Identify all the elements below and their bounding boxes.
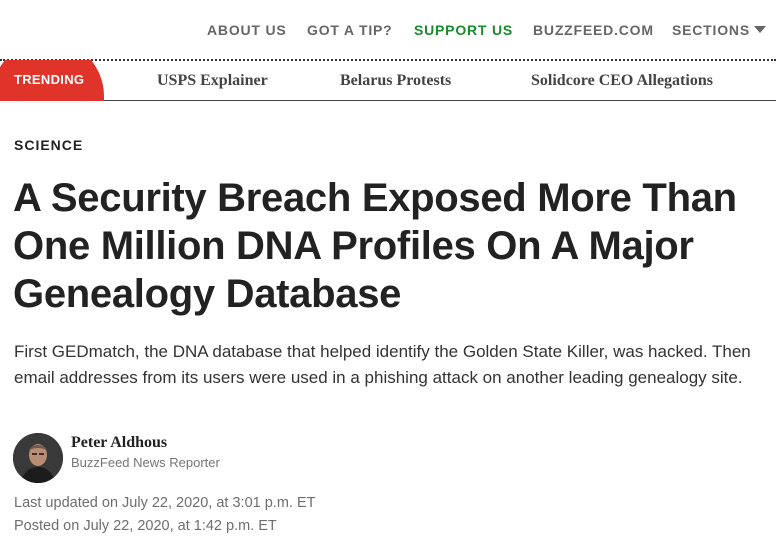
nav-buzzfeed-link[interactable]: BUZZFEED.COM [533,22,654,38]
posted-timestamp: Posted on July 22, 2020, at 1:42 p.m. ET [14,518,277,534]
top-navigation: ABOUT US GOT A TIP? SUPPORT US BUZZFEED.… [0,0,776,60]
trending-item-usps[interactable]: USPS Explainer [157,72,268,90]
author-title: BuzzFeed News Reporter [71,455,220,470]
nav-sections-menu[interactable]: SECTIONS [672,22,766,38]
trending-label: TRENDING [14,72,85,87]
article-dek: First GEDmatch, the DNA database that he… [14,342,751,387]
trending-badge: TRENDING [0,60,120,101]
sections-label: SECTIONS [672,22,750,38]
author-avatar[interactable] [13,433,63,483]
author-photo-icon [13,433,63,483]
author-name[interactable]: Peter Aldhous [71,434,167,452]
article-category[interactable]: SCIENCE [14,137,83,153]
nav-about-us-link[interactable]: ABOUT US [207,22,287,38]
article-headline: A Security Breach Exposed More Than One … [13,176,737,316]
nav-support-us-link[interactable]: SUPPORT US [414,22,513,38]
nav-got-a-tip-link[interactable]: GOT A TIP? [307,22,393,38]
last-updated-timestamp: Last updated on July 22, 2020, at 3:01 p… [14,495,316,511]
caret-down-icon [753,26,766,33]
trending-item-belarus[interactable]: Belarus Protests [340,72,451,90]
trending-item-solidcore[interactable]: Solidcore CEO Allegations [531,72,713,90]
